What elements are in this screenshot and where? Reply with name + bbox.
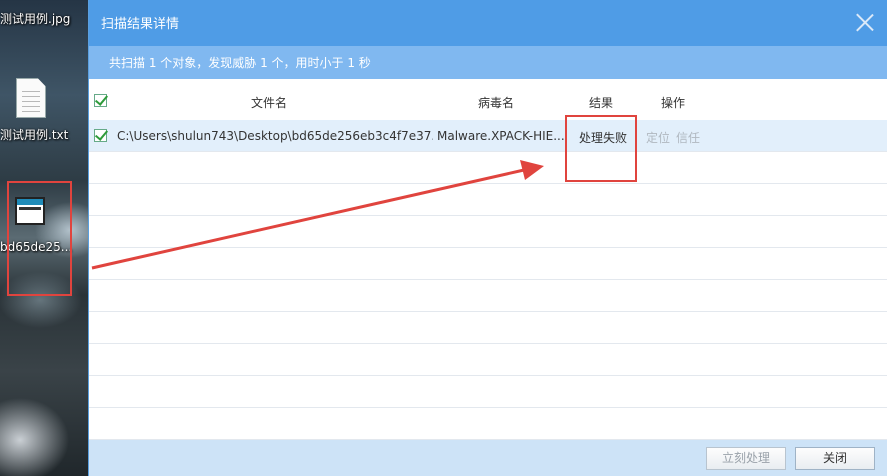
column-header-action[interactable]: 操作 <box>661 94 685 111</box>
desktop-icon-label-exe[interactable]: bd65de25... <box>0 240 72 254</box>
table-row-empty <box>89 216 887 248</box>
executable-file-icon[interactable] <box>15 197 45 225</box>
scan-summary-text: 共扫描 1 个对象，发现威胁 1 个，用时小于 1 秒 <box>109 56 371 70</box>
dialog-footer: 立刻处理 关闭 <box>89 440 887 476</box>
close-button[interactable]: 关闭 <box>795 447 875 470</box>
column-header-virus[interactable]: 病毒名 <box>478 94 514 111</box>
column-header-result[interactable]: 结果 <box>589 94 613 111</box>
column-header-filename[interactable]: 文件名 <box>251 94 287 111</box>
row-result-status: 处理失败 <box>579 131 628 145</box>
table-row-empty <box>89 280 887 312</box>
select-all-checkbox[interactable] <box>94 94 107 107</box>
dialog-titlebar: 扫描结果详情 <box>89 0 887 46</box>
row-virus-name: Malware.XPACK-HIE... <box>437 129 565 143</box>
trust-link[interactable]: 信任 <box>676 129 700 146</box>
table-row[interactable]: C:\Users\shulun743\Desktop\bd65de256eb3c… <box>89 120 887 152</box>
table-row-empty <box>89 408 887 440</box>
table-row-empty <box>89 344 887 376</box>
row-filename: C:\Users\shulun743\Desktop\bd65de256eb3c… <box>117 129 433 143</box>
desktop-icon-label-txt[interactable]: 测试用例.txt <box>0 126 68 143</box>
table-row-empty <box>89 312 887 344</box>
scan-summary-bar: 共扫描 1 个对象，发现威胁 1 个，用时小于 1 秒 <box>89 46 887 79</box>
table-row-empty <box>89 184 887 216</box>
scan-result-dialog: 扫描结果详情 共扫描 1 个对象，发现威胁 1 个，用时小于 1 秒 文件名 病… <box>88 0 887 476</box>
desktop-icon-label-jpg[interactable]: 测试用例.jpg <box>0 10 70 27</box>
table-row-empty <box>89 376 887 408</box>
results-table: 文件名 病毒名 结果 操作 C:\Users\shulun743\Desktop… <box>89 80 887 440</box>
table-row-empty <box>89 152 887 184</box>
text-file-icon[interactable] <box>16 78 46 118</box>
row-checkbox[interactable] <box>94 129 107 142</box>
locate-link[interactable]: 定位 <box>646 129 670 146</box>
process-now-button[interactable]: 立刻处理 <box>706 447 786 470</box>
dialog-title: 扫描结果详情 <box>101 17 180 32</box>
table-header: 文件名 病毒名 结果 操作 <box>89 80 887 120</box>
close-icon[interactable] <box>855 12 875 32</box>
table-row-empty <box>89 248 887 280</box>
desktop: 测试用例.jpg 测试用例.txt bd65de25... <box>0 0 88 476</box>
